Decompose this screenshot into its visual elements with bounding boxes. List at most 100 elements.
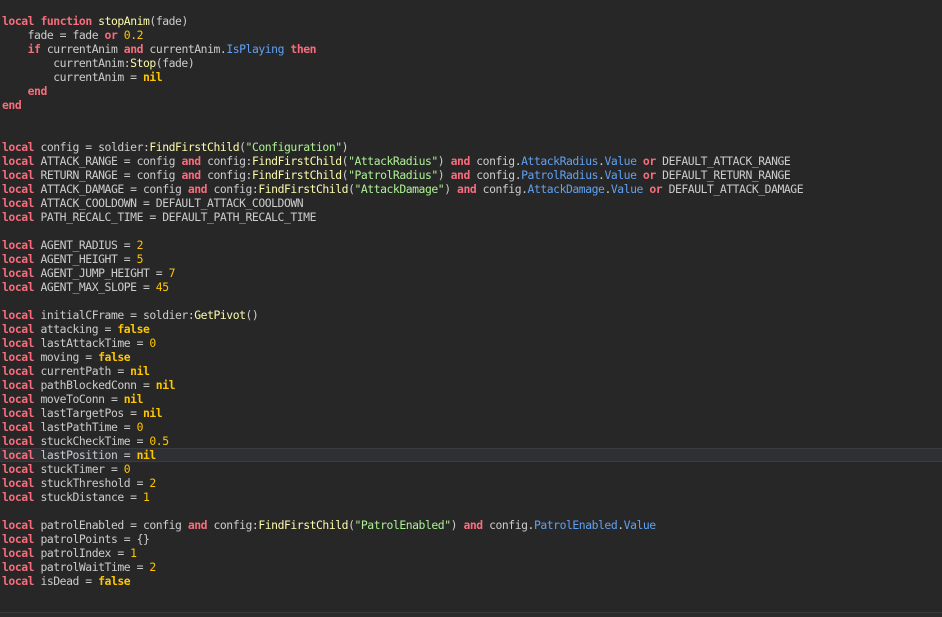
code-token-kw: end xyxy=(2,98,22,112)
code-token-lit: false xyxy=(117,322,150,336)
code-token-kw: local xyxy=(2,196,35,210)
code-line[interactable]: local moveToConn = nil xyxy=(0,392,942,406)
horizontal-scrollbar[interactable] xyxy=(0,612,942,617)
code-token-fn: FindFirstChild xyxy=(251,154,342,168)
code-line[interactable]: local initialCFrame = soldier:GetPivot() xyxy=(0,308,942,322)
code-token-num: 45 xyxy=(155,280,169,294)
code-token-str: "AttackDamage" xyxy=(354,182,445,196)
code-token-kw: local xyxy=(2,518,35,532)
code-token-id: ) xyxy=(450,518,464,532)
code-token-prop: PatrolRadius xyxy=(521,168,599,182)
code-line[interactable]: local pathBlockedConn = nil xyxy=(0,378,942,392)
code-token-id: currentAnim. xyxy=(143,42,227,56)
code-line[interactable]: local patrolPoints = {} xyxy=(0,532,942,546)
code-token-id: lastTargetPos = xyxy=(34,406,143,420)
code-token-num: 2 xyxy=(149,560,156,574)
code-token-id: DEFAULT_RETURN_RANGE xyxy=(655,168,791,182)
code-line[interactable]: local ATTACK_DAMAGE = config and config:… xyxy=(0,182,942,196)
code-line[interactable]: if currentAnim and currentAnim.IsPlaying… xyxy=(0,42,942,56)
code-editor[interactable]: local function stopAnim(fade) fade = fad… xyxy=(0,0,942,617)
code-token-id: config. xyxy=(469,168,522,182)
code-token-prop: Value xyxy=(623,518,656,532)
code-token-kw: local xyxy=(2,364,35,378)
code-token-num: 5 xyxy=(136,252,144,266)
code-token-kw: or xyxy=(642,154,656,168)
code-token-num: 2 xyxy=(149,476,156,490)
code-line[interactable]: local lastPathTime = 0 xyxy=(0,420,942,434)
code-line[interactable]: local lastTargetPos = nil xyxy=(0,406,942,420)
code-line[interactable]: local ATTACK_COOLDOWN = DEFAULT_ATTACK_C… xyxy=(0,196,942,210)
code-token-id: config: xyxy=(207,518,259,532)
code-line[interactable] xyxy=(0,126,942,140)
code-token-kw: end xyxy=(27,84,48,98)
code-line[interactable]: local AGENT_MAX_SLOPE = 45 xyxy=(0,280,942,294)
code-line[interactable]: local AGENT_RADIUS = 2 xyxy=(0,238,942,252)
code-token-num: 1 xyxy=(130,546,137,560)
code-line[interactable]: end xyxy=(0,98,942,112)
code-token-fn: Stop xyxy=(130,56,156,70)
code-token-fn: FindFirstChild xyxy=(149,140,240,154)
code-token-prop: IsPlaying xyxy=(226,42,284,56)
code-line[interactable]: local moving = false xyxy=(0,350,942,364)
code-line[interactable]: end xyxy=(0,84,942,98)
code-token-id: () xyxy=(245,308,259,322)
code-line-current[interactable]: local lastPosition = nil xyxy=(0,448,942,462)
code-line[interactable]: local PATH_RECALC_TIME = DEFAULT_PATH_RE… xyxy=(0,210,942,224)
code-line[interactable]: local stuckDistance = 1 xyxy=(0,490,942,504)
code-token-fn: GetPivot xyxy=(194,308,246,322)
code-line[interactable]: currentAnim:Stop(fade) xyxy=(0,56,942,70)
code-token-kw: local xyxy=(2,210,35,224)
code-line[interactable]: currentAnim = nil xyxy=(0,70,942,84)
code-token-prop: AttackDamage xyxy=(527,182,605,196)
code-token-kw: local xyxy=(2,182,35,196)
code-line[interactable]: local lastAttackTime = 0 xyxy=(0,336,942,350)
code-line[interactable]: local currentPath = nil xyxy=(0,364,942,378)
code-line[interactable] xyxy=(0,294,942,308)
code-token-kw: or xyxy=(649,182,663,196)
code-token-lit: nil xyxy=(123,392,144,406)
code-line[interactable]: local isDead = false xyxy=(0,574,942,588)
code-line[interactable]: local stuckTimer = 0 xyxy=(0,462,942,476)
code-line[interactable]: local patrolIndex = 1 xyxy=(0,546,942,560)
code-token-prop: Value xyxy=(604,154,637,168)
code-token-id: config = soldier: xyxy=(34,140,150,154)
code-token-kw: and xyxy=(187,182,208,196)
code-line[interactable]: local patrolWaitTime = 2 xyxy=(0,560,942,574)
code-token-id: lastPosition = xyxy=(34,448,137,462)
code-token-lit: nil xyxy=(142,70,163,84)
code-line[interactable] xyxy=(0,224,942,238)
code-token-kw: function xyxy=(40,14,92,28)
code-token-kw: local xyxy=(2,350,35,364)
code-token-kw: local xyxy=(2,280,35,294)
code-token-kw: and xyxy=(457,182,477,196)
code-token-prop: AttackRadius xyxy=(521,154,599,168)
code-line[interactable] xyxy=(0,504,942,518)
code-line[interactable]: local stuckThreshold = 2 xyxy=(0,476,942,490)
code-line[interactable]: local ATTACK_RANGE = config and config:F… xyxy=(0,154,942,168)
code-line[interactable] xyxy=(0,112,942,126)
code-line[interactable]: local RETURN_RANGE = config and config:F… xyxy=(0,168,942,182)
code-token-id: ) xyxy=(437,154,451,168)
code-line[interactable]: local attacking = false xyxy=(0,322,942,336)
code-line[interactable]: local function stopAnim(fade) xyxy=(0,14,942,28)
code-token-id: ) xyxy=(444,182,458,196)
code-token-kw: local xyxy=(2,154,35,168)
code-line[interactable]: local AGENT_HEIGHT = 5 xyxy=(0,252,942,266)
code-token-id: ATTACK_RANGE = config xyxy=(34,154,182,168)
code-token-id: attacking = xyxy=(34,322,118,336)
code-token-kw: local xyxy=(2,546,35,560)
code-line[interactable]: local patrolEnabled = config and config:… xyxy=(0,518,942,532)
code-line[interactable]: local stuckCheckTime = 0.5 xyxy=(0,434,942,448)
code-token-id: (fade) xyxy=(149,14,188,28)
code-token-num: 0 xyxy=(149,336,156,350)
code-token-id: fade = fade xyxy=(2,28,105,42)
code-token-num: 0.5 xyxy=(149,434,169,448)
code-line[interactable]: local config = soldier:FindFirstChild("C… xyxy=(0,140,942,154)
code-token-str: "PatrolEnabled" xyxy=(354,518,451,532)
code-line[interactable]: local AGENT_JUMP_HEIGHT = 7 xyxy=(0,266,942,280)
code-token-id xyxy=(2,84,28,98)
code-line[interactable]: fade = fade or 0.2 xyxy=(0,28,942,42)
code-lines[interactable]: local function stopAnim(fade) fade = fad… xyxy=(0,14,942,588)
code-token-lit: nil xyxy=(130,364,150,378)
code-token-str: "PatrolRadius" xyxy=(348,168,438,182)
